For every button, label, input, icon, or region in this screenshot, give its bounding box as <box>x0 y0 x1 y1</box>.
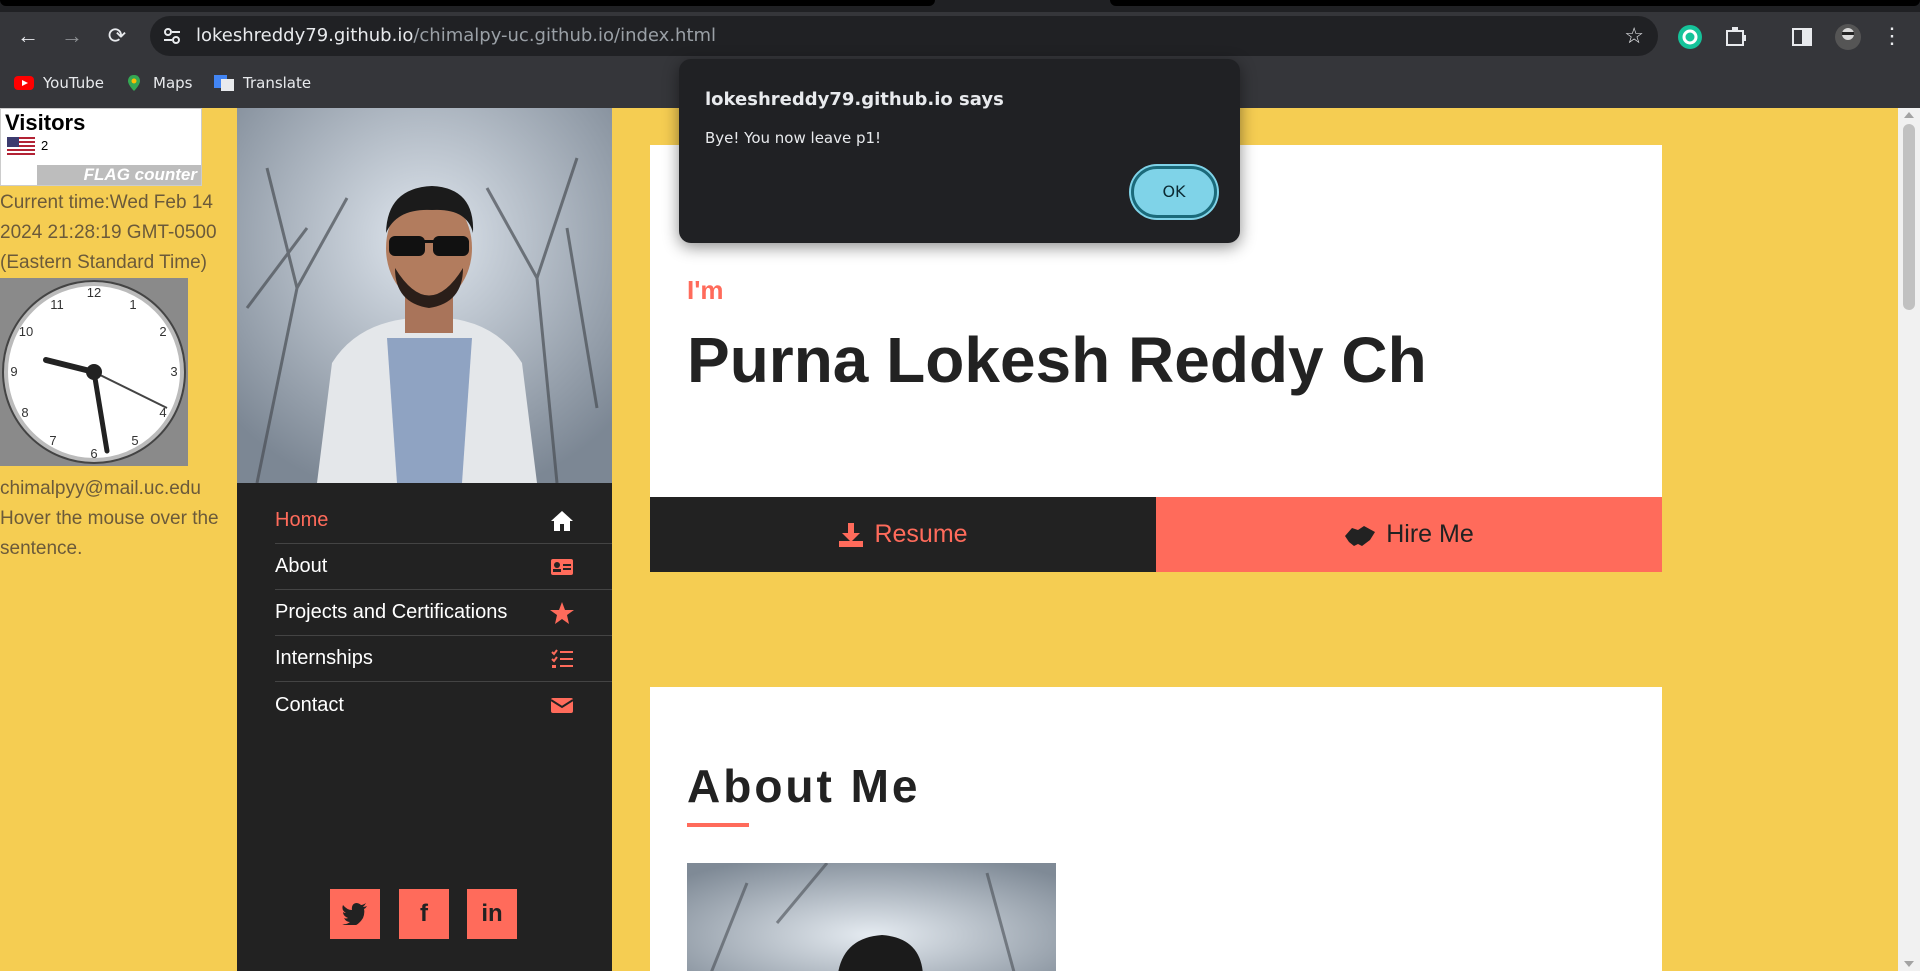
clock-number: 12 <box>87 285 101 300</box>
hero-name: Purna Lokesh Reddy Ch <box>687 324 1427 396</box>
extensions-icon[interactable] <box>1722 23 1750 51</box>
clock-number: 11 <box>50 297 64 312</box>
scrollbar-thumb[interactable] <box>1903 124 1915 310</box>
url-path: /chimalpy-uc.github.io/index.html <box>413 25 717 46</box>
menu-item-label: About <box>275 555 328 577</box>
bookmark-youtube[interactable]: YouTube <box>14 72 104 94</box>
clock-number: 1 <box>129 297 136 312</box>
twitter-button[interactable] <box>330 889 380 939</box>
url-text: lokeshreddy79.github.io/chimalpy-uc.gith… <box>196 25 716 46</box>
intro-text: I'm <box>687 275 724 305</box>
clock-number: 5 <box>131 433 138 448</box>
facebook-icon: f <box>420 900 428 927</box>
browser-toolbar: ← → ⟳ lokeshreddy79.github.io/chimalpy-u… <box>0 12 1920 58</box>
envelope-icon <box>550 698 574 713</box>
bookmark-translate[interactable]: Translate <box>214 72 311 94</box>
reload-icon[interactable]: ⟳ <box>103 22 131 50</box>
tab[interactable] <box>0 0 935 6</box>
page-scrollbar[interactable] <box>1898 108 1920 971</box>
visitors-title: Visitors <box>5 110 86 135</box>
linkedin-icon: in <box>481 900 503 927</box>
hero-buttons: Resume Hire Me <box>650 497 1662 572</box>
clock-center <box>86 364 102 380</box>
profile-avatar[interactable] <box>1834 23 1862 51</box>
menu-item-label: Contact <box>275 693 344 716</box>
about-title: About Me <box>687 760 921 812</box>
email-hover-text[interactable]: chimalpyy@mail.uc.edu Hover the mouse ov… <box>0 474 237 564</box>
grammarly-icon[interactable] <box>1676 23 1704 51</box>
clock-number: 10 <box>19 324 33 339</box>
clock-number: 9 <box>10 364 17 379</box>
clock-number: 7 <box>49 433 56 448</box>
twitter-icon <box>342 903 367 927</box>
scroll-down-icon[interactable] <box>1904 961 1914 967</box>
alert-dialog: lokeshreddy79.github.io says Bye! You no… <box>679 59 1240 243</box>
flag-counter-logo: FLAG counter <box>37 165 201 185</box>
menu-item-label: Home <box>275 509 329 531</box>
bookmark-star-icon[interactable]: ☆ <box>1624 23 1644 49</box>
menu-item-label: Internships <box>275 647 373 669</box>
bookmark-label: Maps <box>153 74 193 92</box>
analog-clock: 12 11 10 9 8 7 6 5 4 3 2 1 <box>0 278 188 466</box>
dialog-title: lokeshreddy79.github.io says <box>705 89 1004 110</box>
back-icon[interactable]: ← <box>14 22 42 50</box>
clock-number: 2 <box>159 324 166 339</box>
visitor-count: 2 <box>41 138 49 153</box>
menu-item-projects[interactable]: Projects and Certifications <box>275 590 612 636</box>
youtube-icon <box>14 76 34 90</box>
tab[interactable] <box>1110 0 1920 6</box>
scroll-up-icon[interactable] <box>1904 112 1914 118</box>
list-check-icon <box>551 648 573 668</box>
menu-item-internships[interactable]: Internships <box>275 636 612 682</box>
main-menu: Home About Projects and Certifications I… <box>237 498 612 728</box>
bookmark-label: Translate <box>243 74 312 92</box>
resume-label: Resume <box>874 520 968 548</box>
menu-kebab-icon[interactable]: ⋮ <box>1878 22 1906 50</box>
menu-item-home[interactable]: Home <box>275 498 612 544</box>
translate-icon <box>214 75 234 91</box>
bookmark-maps[interactable]: Maps <box>124 72 192 94</box>
star-icon <box>550 601 574 624</box>
flag-counter-widget[interactable]: Visitors 2 FLAG counter <box>0 108 202 186</box>
tab-strip <box>0 0 1920 12</box>
about-photo <box>687 863 1056 971</box>
url-host: lokeshreddy79.github.io <box>196 25 414 46</box>
facebook-button[interactable]: f <box>399 889 449 939</box>
menu-item-label: Projects and Certifications <box>275 601 508 623</box>
ok-button[interactable]: OK <box>1131 166 1217 218</box>
side-panel-icon[interactable] <box>1788 23 1816 51</box>
home-icon <box>551 510 573 531</box>
bookmark-label: YouTube <box>43 74 104 92</box>
download-icon <box>839 522 864 547</box>
menu-item-about[interactable]: About <box>275 544 612 590</box>
clock-number: 8 <box>21 405 28 420</box>
hire-me-label: Hire Me <box>1386 520 1474 548</box>
id-card-icon <box>551 558 573 575</box>
clock-number: 3 <box>170 364 177 379</box>
resume-button[interactable]: Resume <box>650 497 1156 572</box>
sidebar: Home About Projects and Certifications I… <box>237 108 612 971</box>
profile-photo <box>237 108 612 483</box>
about-underline <box>687 823 749 827</box>
current-time-text: Current time:Wed Feb 14 2024 21:28:19 GM… <box>0 192 217 273</box>
menu-item-contact[interactable]: Contact <box>275 682 612 728</box>
about-card: About Me <box>650 687 1662 971</box>
address-bar[interactable]: lokeshreddy79.github.io/chimalpy-uc.gith… <box>150 16 1658 56</box>
maps-icon <box>128 75 140 91</box>
linkedin-button[interactable]: in <box>467 889 517 939</box>
hire-me-button[interactable]: Hire Me <box>1156 497 1662 572</box>
us-flag-icon <box>7 137 35 155</box>
site-settings-icon[interactable] <box>162 26 182 46</box>
forward-icon[interactable]: → <box>58 22 86 50</box>
clock-number: 6 <box>90 446 97 461</box>
dialog-message: Bye! You now leave p1! <box>705 129 882 147</box>
handshake-icon <box>1345 525 1376 546</box>
